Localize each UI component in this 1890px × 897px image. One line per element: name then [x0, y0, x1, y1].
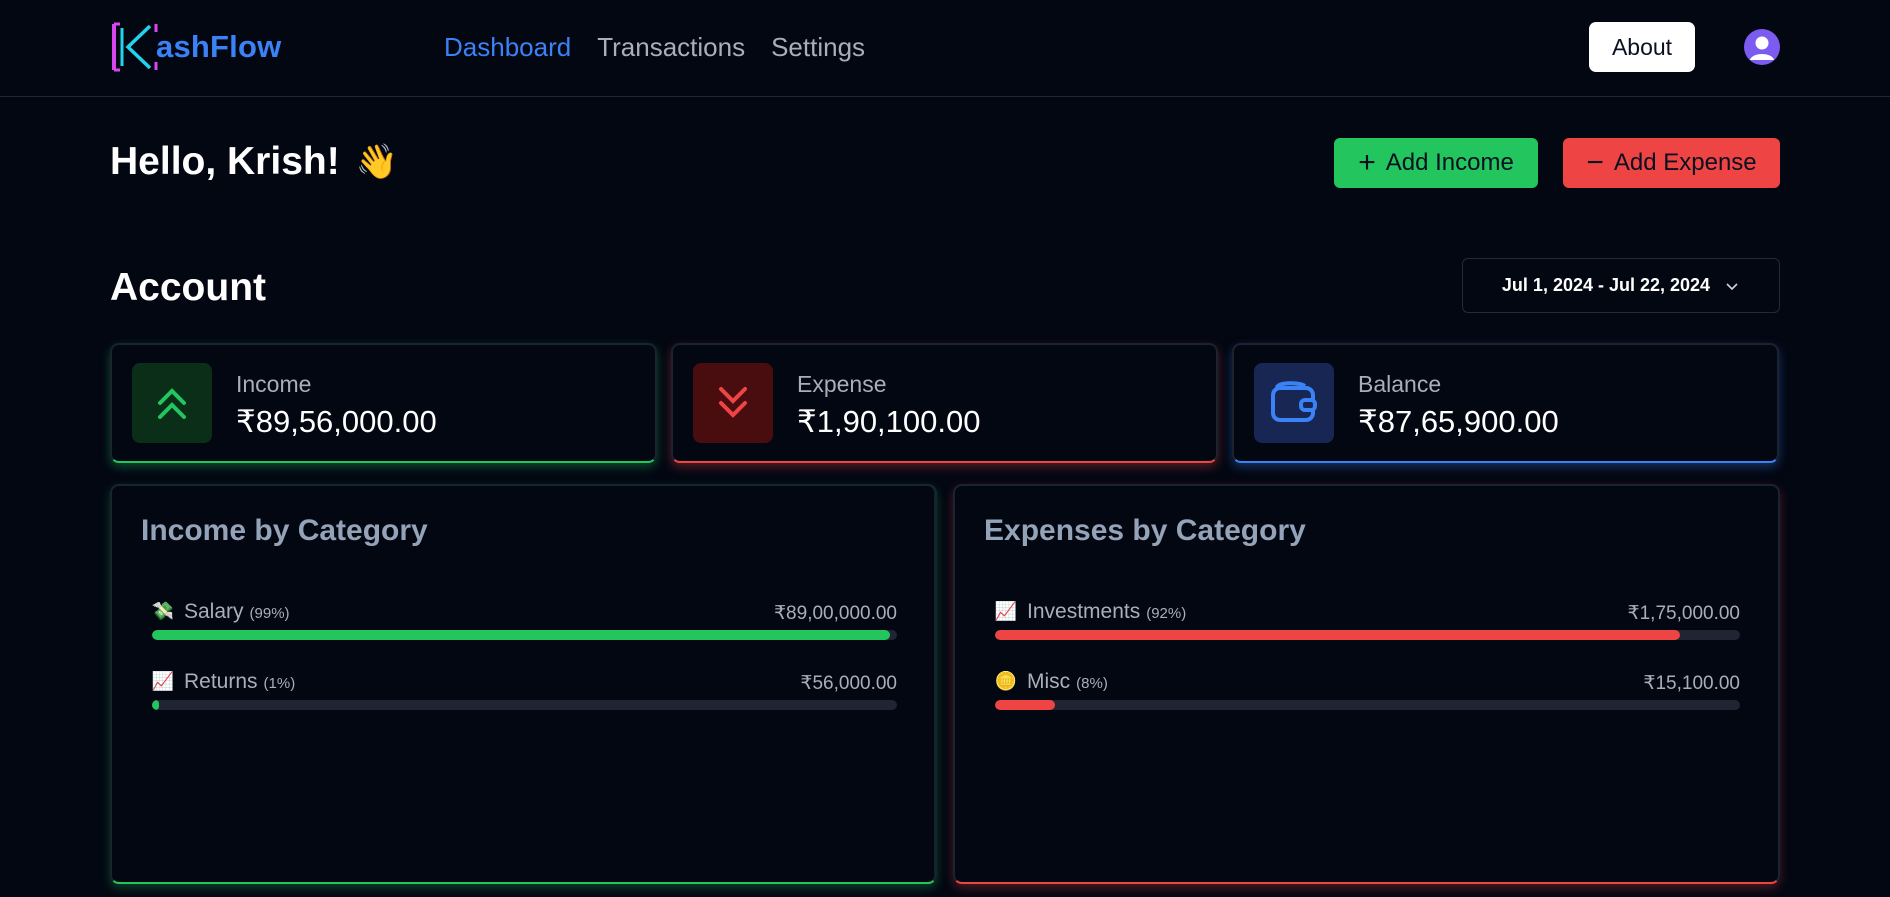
balance-value: ₹87,65,900.00: [1358, 404, 1559, 439]
add-expense-button[interactable]: − Add Expense: [1563, 138, 1780, 188]
income-by-category-title: Income by Category: [141, 514, 428, 547]
category-amount: ₹1,75,000.00: [1627, 603, 1740, 624]
expense-stat-card: Expense ₹1,90,100.00: [671, 343, 1218, 463]
add-income-label: Add Income: [1385, 149, 1514, 176]
chevrons-up-icon: [158, 388, 186, 419]
category-amount: ₹89,00,000.00: [773, 603, 897, 624]
nav-dashboard[interactable]: Dashboard: [444, 30, 571, 64]
wallet-icon: [1271, 381, 1317, 422]
category-percent: (99%): [249, 605, 290, 622]
income-value: ₹89,56,000.00: [236, 404, 437, 439]
app-logo[interactable]: ashFlow: [110, 22, 281, 72]
money-wings-icon: 💸: [151, 600, 175, 621]
nav-settings[interactable]: Settings: [771, 30, 865, 64]
date-range-text: Jul 1, 2024 - Jul 22, 2024: [1501, 275, 1711, 295]
expenses-by-category-title: Expenses by Category: [984, 514, 1306, 547]
category-name-wrap: Returns (1%): [184, 670, 295, 694]
progress-fill: [152, 700, 160, 710]
income-category-row: 💸 Salary (99%) ₹89,00,000.00: [152, 596, 897, 640]
add-expense-label: Add Expense: [1613, 149, 1757, 176]
nav-transactions[interactable]: Transactions: [597, 30, 745, 64]
expense-value: ₹1,90,100.00: [797, 404, 981, 439]
plus-icon: +: [1358, 146, 1376, 179]
category-name: Returns: [184, 670, 258, 693]
progress-track: [152, 630, 897, 640]
date-range-picker[interactable]: Jul 1, 2024 - Jul 22, 2024: [1462, 258, 1780, 313]
chevron-down-icon: [1726, 282, 1738, 290]
greeting-text: Hello, Krish!: [110, 140, 340, 183]
category-name: Investments: [1027, 600, 1141, 623]
user-avatar[interactable]: [1744, 29, 1780, 65]
category-name: Salary: [184, 600, 244, 623]
expenses-by-category-panel: Expenses by Category 📈 Investments (92%) …: [953, 484, 1780, 884]
app-name: ashFlow: [156, 29, 282, 64]
progress-track: [152, 700, 897, 710]
income-icon-box: [132, 363, 212, 443]
balance-stat-card: Balance ₹87,65,900.00: [1232, 343, 1779, 463]
greeting: Hello, Krish! 👋: [110, 140, 398, 184]
expense-label: Expense: [797, 371, 887, 397]
chart-increasing-icon: 📈: [151, 670, 175, 691]
expense-category-row: 🪙 Misc (8%) ₹15,100.00: [995, 666, 1740, 710]
category-percent: (8%): [1076, 675, 1108, 692]
top-navbar: ashFlow Dashboard Transactions Settings …: [0, 0, 1890, 97]
income-category-row: 📈 Returns (1%) ₹56,000.00: [152, 666, 897, 710]
about-button[interactable]: About: [1589, 22, 1695, 72]
progress-fill: [995, 700, 1055, 710]
category-name: Misc: [1027, 670, 1071, 693]
waving-hand-icon: 👋: [355, 143, 399, 181]
category-name-wrap: Misc (8%): [1027, 670, 1108, 694]
income-stat-card: Income ₹89,56,000.00: [110, 343, 657, 463]
income-label: Income: [236, 371, 312, 397]
account-title: Account: [110, 266, 266, 309]
progress-track: [995, 630, 1740, 640]
balance-label: Balance: [1358, 371, 1442, 397]
category-name-wrap: Salary (99%): [184, 600, 290, 624]
expense-category-row: 📈 Investments (92%) ₹1,75,000.00: [995, 596, 1740, 640]
category-percent: (1%): [263, 675, 296, 692]
chevrons-down-icon: [719, 387, 747, 418]
minus-icon: −: [1586, 146, 1604, 179]
balance-icon-box: [1254, 363, 1334, 443]
category-name-wrap: Investments (92%): [1027, 600, 1186, 624]
add-income-button[interactable]: + Add Income: [1334, 138, 1538, 188]
progress-track: [995, 700, 1740, 710]
logo-k-icon: [112, 22, 158, 72]
progress-fill: [995, 630, 1681, 640]
income-by-category-panel: Income by Category 💸 Salary (99%) ₹89,00,…: [110, 484, 937, 884]
category-percent: (92%): [1146, 605, 1187, 622]
main-nav: Dashboard Transactions Settings: [444, 30, 865, 64]
category-amount: ₹56,000.00: [800, 673, 897, 694]
user-icon: [1750, 36, 1774, 60]
expense-icon-box: [693, 363, 773, 443]
chart-increasing-icon: 📈: [994, 600, 1018, 621]
coin-icon: 🪙: [994, 670, 1018, 691]
progress-fill: [152, 630, 890, 640]
category-amount: ₹15,100.00: [1643, 673, 1740, 694]
